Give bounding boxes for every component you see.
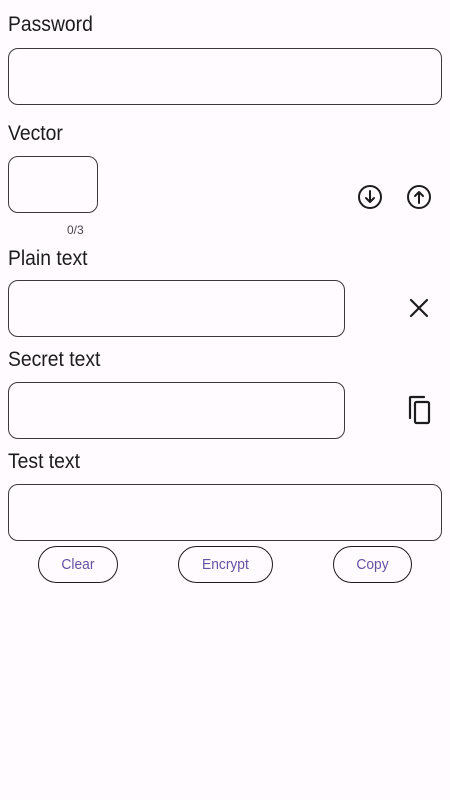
encrypt-button[interactable]: Encrypt [178, 546, 273, 583]
copy-secret-text-button[interactable] [397, 388, 441, 432]
secret-text-field[interactable] [8, 382, 345, 439]
vector-field[interactable] [8, 156, 98, 213]
copy-icon [408, 395, 431, 425]
plain-text-field[interactable] [8, 280, 345, 337]
vector-char-counter: 0/3 [67, 223, 84, 237]
test-text-field[interactable] [8, 484, 442, 541]
clear-button-label: Clear [61, 556, 95, 573]
test-text-label: Test text [8, 450, 80, 473]
copy-button[interactable]: Copy [333, 546, 412, 583]
password-field[interactable] [8, 48, 442, 105]
clear-plain-text-button[interactable] [397, 286, 441, 330]
vector-label: Vector [8, 122, 63, 145]
arrow-down-circle-icon [358, 185, 382, 209]
password-label: Password [8, 13, 93, 36]
plain-text-label: Plain text [8, 247, 88, 270]
copy-button-label: Copy [356, 556, 389, 573]
encrypt-button-label: Encrypt [202, 556, 249, 573]
arrow-up-circle-icon [407, 185, 431, 209]
secret-text-label: Secret text [8, 348, 101, 371]
upload-button[interactable] [397, 175, 441, 219]
download-button[interactable] [348, 175, 392, 219]
close-icon [409, 298, 429, 318]
clear-button[interactable]: Clear [38, 546, 118, 583]
